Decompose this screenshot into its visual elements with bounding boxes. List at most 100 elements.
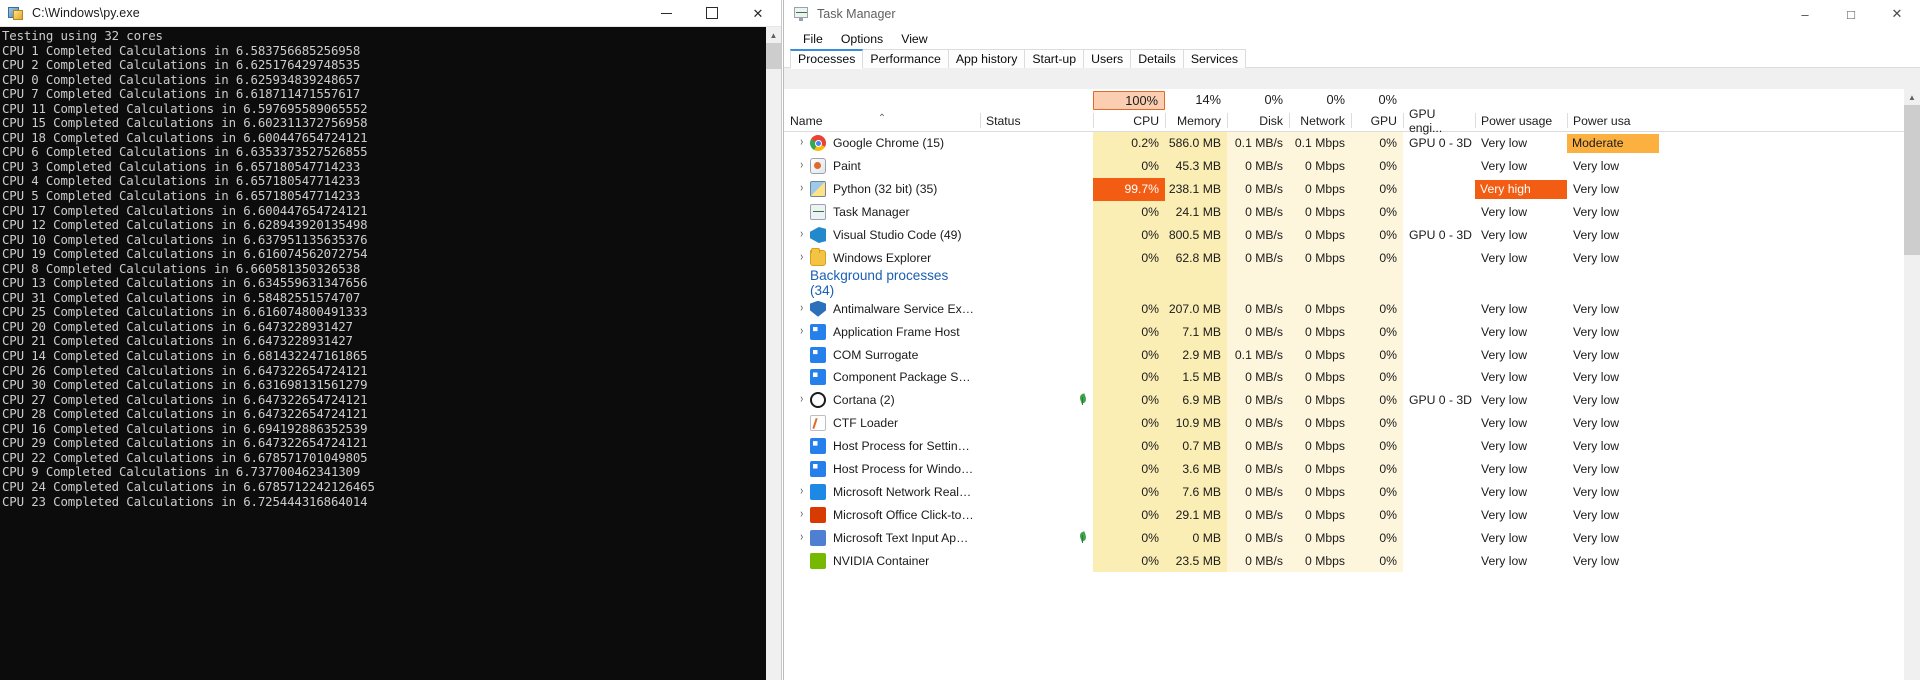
process-name-cell[interactable]: › Windows Explorer: [784, 246, 980, 269]
column-header-gpueng[interactable]: GPU engi...: [1403, 107, 1475, 135]
process-name-cell[interactable]: › Paint: [784, 155, 980, 178]
process-name-cell[interactable]: › Microsoft Office Click-to-Run (...: [784, 503, 980, 526]
window-icon: [810, 438, 826, 455]
menu-view[interactable]: View: [892, 30, 936, 48]
process-name-cell[interactable]: COM Surrogate: [784, 343, 980, 366]
console-scrollbar[interactable]: ▲: [765, 27, 781, 680]
process-cpu-cell: 0%: [1093, 526, 1165, 550]
process-row[interactable]: Host Process for Windows Tasks0%3.6 MB0 …: [784, 457, 1920, 481]
suspended-leaf-icon: [1078, 532, 1087, 544]
process-power-trend-cell: Very low: [1567, 389, 1659, 412]
menu-options[interactable]: Options: [832, 30, 892, 48]
process-row[interactable]: CTF Loader 0% 10.9 MB 0 MB/s 0 Mbps 0% Very lo…: [784, 411, 1920, 435]
process-name-cell[interactable]: › Visual Studio Code (49): [784, 224, 980, 247]
process-row[interactable]: NVIDIA Container 0% 23.5 MB 0 MB/s 0 Mbps 0% V…: [784, 549, 1920, 573]
expand-chevron-icon[interactable]: ›: [793, 224, 810, 247]
console-maximize-button[interactable]: [689, 0, 735, 27]
menu-file[interactable]: File: [794, 30, 832, 48]
process-name-cell[interactable]: NVIDIA Container: [784, 549, 980, 572]
taskmanager-maximize-button[interactable]: □: [1828, 0, 1874, 28]
process-name-cell[interactable]: › Antimalware Service Executable: [784, 297, 980, 320]
process-row[interactable]: › Python (32 bit) (35) 99.7% 238.1 MB 0 MB/s…: [784, 177, 1920, 201]
process-power-usage-cell: Very low: [1475, 132, 1567, 155]
background-processes-group-header[interactable]: Background processes (34): [784, 268, 1920, 298]
expand-chevron-icon[interactable]: ›: [793, 389, 810, 412]
column-header-status[interactable]: Status: [980, 110, 1093, 131]
process-row[interactable]: › Application Frame Host 0% 7.1 MB 0 MB/s 0 M…: [784, 320, 1920, 344]
console-titlebar[interactable]: C:\Windows\py.exe ✕: [0, 0, 781, 27]
power-trend-label: Very low: [1573, 182, 1620, 197]
process-row[interactable]: › Paint 0% 45.3 MB 0 MB/s 0 Mbps 0% Very low Ver…: [784, 154, 1920, 178]
column-header-disk[interactable]: Disk: [1227, 110, 1289, 131]
process-disk-cell: 0.1 MB/s: [1227, 343, 1289, 367]
process-list[interactable]: › Google Chrome (15) 0.2% 586.0 MB 0.1 MB/s 0…: [784, 132, 1920, 680]
process-row[interactable]: › Google Chrome (15) 0.2% 586.0 MB 0.1 MB/s 0…: [784, 132, 1920, 155]
process-row[interactable]: COM Surrogate 0% 2.9 MB 0.1 MB/s 0 Mbps 0% Ver…: [784, 343, 1920, 367]
process-name-cell[interactable]: Host Process for Windows Tasks: [784, 458, 980, 481]
expand-chevron-icon[interactable]: ›: [793, 480, 810, 503]
utilization-memory: 14%: [1195, 91, 1221, 107]
process-status-cell: [980, 178, 1093, 201]
expand-chevron-icon[interactable]: ›: [793, 503, 810, 526]
process-memory-cell: 3.6 MB: [1165, 457, 1227, 481]
process-row[interactable]: ›Antimalware Service Executable0%207.0 M…: [784, 297, 1920, 321]
process-row[interactable]: Host Process for Setting Synchr...0%0.7 …: [784, 434, 1920, 458]
expand-chevron-icon[interactable]: ›: [793, 526, 810, 549]
tab-details[interactable]: Details: [1130, 49, 1184, 68]
console-close-button[interactable]: ✕: [735, 0, 781, 27]
expand-chevron-icon[interactable]: ›: [793, 155, 810, 178]
utilization-name: [784, 89, 980, 110]
process-row[interactable]: ›Microsoft Text Input Application0%0 MB0…: [784, 526, 1920, 550]
taskmanager-minimize-button[interactable]: –: [1782, 0, 1828, 28]
process-row[interactable]: ›Microsoft Network Realtime Ins...0%7.6 …: [784, 480, 1920, 504]
tab-app-history[interactable]: App history: [947, 49, 1026, 68]
process-cpu-cell: 0%: [1093, 434, 1165, 458]
console-scroll-thumb[interactable]: [766, 43, 781, 69]
process-name-cell[interactable]: Task Manager: [784, 201, 980, 224]
tab-processes[interactable]: Processes: [790, 49, 864, 69]
expand-chevron-icon[interactable]: ›: [793, 178, 810, 201]
process-name-cell[interactable]: › Application Frame Host: [784, 320, 980, 343]
column-header-network[interactable]: Network: [1289, 110, 1351, 131]
expand-chevron-icon[interactable]: ›: [793, 320, 810, 343]
row-indent: [793, 343, 810, 366]
processes-scrollbar[interactable]: ▲: [1904, 89, 1920, 680]
process-row[interactable]: ›Microsoft Office Click-to-Run (...0%29.…: [784, 503, 1920, 527]
processes-scroll-thumb[interactable]: [1904, 105, 1920, 255]
process-name-cell[interactable]: Host Process for Setting Synchr...: [784, 435, 980, 458]
column-header-gpu[interactable]: GPU: [1351, 110, 1403, 131]
column-header-power2[interactable]: Power usa: [1567, 110, 1659, 131]
process-name-cell[interactable]: › Google Chrome (15): [784, 132, 980, 155]
console-minimize-button[interactable]: [643, 0, 689, 27]
process-row[interactable]: › Visual Studio Code (49) 0% 800.5 MB 0 MB/s…: [784, 223, 1920, 247]
column-header-label: Name: [790, 113, 823, 128]
process-name-cell[interactable]: CTF Loader: [784, 412, 980, 435]
tab-performance[interactable]: Performance: [862, 49, 949, 68]
tab-services[interactable]: Services: [1182, 49, 1246, 68]
process-row[interactable]: Component Package Support S...0%1.5 MB0 …: [784, 366, 1920, 389]
column-header-cpu[interactable]: CPU: [1093, 110, 1165, 131]
process-name-cell[interactable]: › Python (32 bit) (35): [784, 178, 980, 201]
tab-start-up[interactable]: Start-up: [1024, 49, 1085, 68]
process-row[interactable]: › Cortana (2) 0% 6.9 MB 0 MB/s 0 Mbps 0% GPU 0 …: [784, 388, 1920, 412]
process-row[interactable]: › Windows Explorer 0% 62.8 MB 0 MB/s 0 Mbps 0%…: [784, 246, 1920, 270]
column-header-power[interactable]: Power usage: [1475, 110, 1567, 131]
taskmanager-titlebar[interactable]: Task Manager – □ ✕: [784, 0, 1920, 28]
process-power-trend-cell: Very low: [1567, 366, 1659, 389]
processes-scroll-up-icon[interactable]: ▲: [1904, 89, 1920, 105]
column-header-name[interactable]: Name ⌃: [784, 110, 980, 131]
expand-chevron-icon[interactable]: ›: [793, 297, 810, 320]
taskmanager-close-button[interactable]: ✕: [1874, 0, 1920, 28]
tab-users[interactable]: Users: [1083, 49, 1132, 68]
process-name-cell[interactable]: › Microsoft Network Realtime Ins...: [784, 480, 980, 503]
process-name-cell[interactable]: Component Package Support S...: [784, 366, 980, 389]
column-header-memory[interactable]: Memory: [1165, 110, 1227, 131]
process-network-cell: 0 Mbps: [1289, 434, 1351, 458]
process-name-cell[interactable]: › Cortana (2): [784, 389, 980, 412]
console-scroll-up-icon[interactable]: ▲: [766, 27, 781, 43]
process-name-cell[interactable]: › Microsoft Text Input Application: [784, 526, 980, 549]
process-gpu-engine-cell: [1403, 343, 1475, 366]
process-row[interactable]: Task Manager 0% 24.1 MB 0 MB/s 0 Mbps 0% Very …: [784, 200, 1920, 224]
expand-chevron-icon[interactable]: ›: [793, 246, 810, 269]
expand-chevron-icon[interactable]: ›: [793, 132, 810, 155]
